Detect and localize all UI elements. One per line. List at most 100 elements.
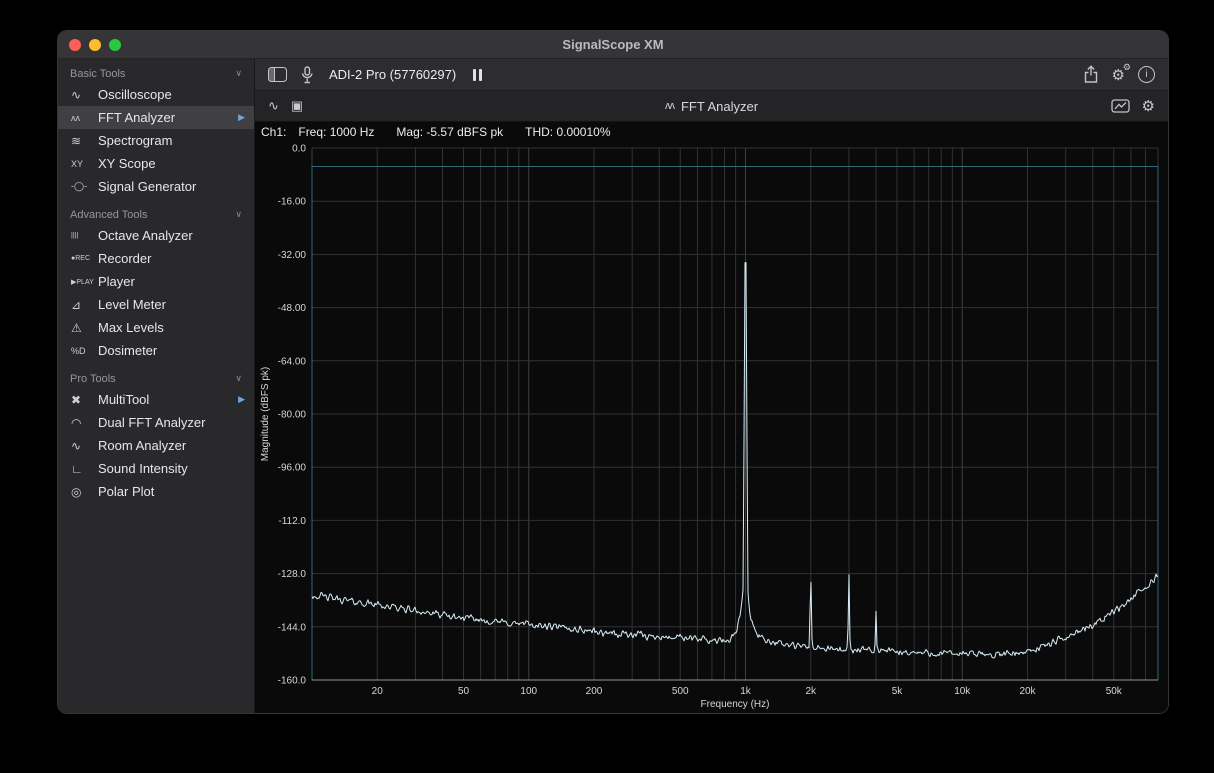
section-label: Advanced Tools	[70, 209, 147, 221]
sidebar-item-octave-analyzer[interactable]: ||||Octave Analyzer	[58, 224, 254, 247]
device-selector[interactable]: ADI-2 Pro (57760297)	[329, 67, 456, 82]
section-label: Pro Tools	[70, 373, 116, 385]
x-tick-label: 20	[372, 686, 384, 697]
waveform-icon[interactable]: ∿	[268, 98, 279, 114]
tool-toolbar: ∿ ▣ ʌʌ FFT Analyzer	[255, 91, 1168, 122]
y-tick-label: -96.00	[278, 463, 307, 474]
sidebar-section-basic-tools[interactable]: Basic Tools ∨	[58, 64, 254, 83]
chevron-down-icon: ∨	[235, 373, 242, 384]
sidebar-item-xy-scope[interactable]: XYXY Scope	[58, 152, 254, 175]
sidebar-item-spectrogram[interactable]: ≋Spectrogram	[58, 129, 254, 152]
fft-chart[interactable]: 0.0 -16.00 -32.00 -48.00 -64.00 -80.00 -96.00 -…	[255, 142, 1168, 713]
player-icon: ▶PLAY	[71, 278, 98, 286]
room-analyzer-icon: ∿	[71, 439, 98, 453]
status-reading: Mag: -5.57 dBFS pk	[396, 125, 503, 139]
y-tick-label: -144.0	[278, 622, 307, 633]
play-arrow-icon[interactable]: ▶	[238, 394, 245, 405]
y-tick-label: 0.0	[292, 144, 306, 155]
titlebar[interactable]: SignalScope XM	[58, 31, 1168, 59]
y-tick-label: -16.00	[278, 197, 307, 208]
display-settings-gear-icon[interactable]: ⚙	[1142, 97, 1155, 115]
dual-fft-analyzer-icon: ◠	[71, 416, 98, 430]
sidebar-item-player[interactable]: ▶PLAYPlayer	[58, 270, 254, 293]
sidebar-item-label: Spectrogram	[98, 133, 172, 148]
play-arrow-icon[interactable]: ▶	[238, 112, 245, 123]
x-tick-label: 2k	[805, 686, 817, 697]
octave-analyzer-icon: ||||	[71, 232, 98, 239]
sidebar-item-level-meter[interactable]: ⊿Level Meter	[58, 293, 254, 316]
oscilloscope-icon: ∿	[71, 88, 98, 102]
snapshot-icon[interactable]: ▣	[291, 98, 303, 114]
y-tick-label: -48.00	[278, 303, 307, 314]
readings: Freq: 1000 HzMag: -5.57 dBFS pkTHD: 0.00…	[298, 125, 632, 139]
settings-gears-icon[interactable]: ⚙⚙	[1112, 66, 1125, 84]
y-tick-label: -64.00	[278, 356, 307, 367]
sidebar-item-label: Polar Plot	[98, 484, 154, 499]
spectrogram-icon: ≋	[71, 134, 98, 148]
minimize-button[interactable]	[89, 39, 101, 51]
app-window: SignalScope XM Basic Tools∨∿Oscilloscope…	[57, 30, 1169, 714]
sidebar-item-oscilloscope[interactable]: ∿Oscilloscope	[58, 83, 254, 106]
sidebar-item-label: Room Analyzer	[98, 438, 186, 453]
main-toolbar: ADI-2 Pro (57760297) ⚙⚙ i	[255, 59, 1168, 91]
chart-style-icon[interactable]	[1111, 99, 1130, 113]
signal-generator-icon: -◯-	[71, 181, 98, 192]
sidebar-item-max-levels[interactable]: ⚠Max Levels	[58, 316, 254, 339]
info-icon[interactable]: i	[1138, 66, 1155, 83]
sidebar-item-dual-fft-analyzer[interactable]: ◠Dual FFT Analyzer	[58, 411, 254, 434]
y-axis-label: Magnitude (dBFS pk)	[260, 367, 271, 462]
sidebar-item-signal-generator[interactable]: -◯-Signal Generator	[58, 175, 254, 198]
window-title: SignalScope XM	[58, 31, 1168, 58]
x-axis-label: Frequency (Hz)	[701, 699, 770, 710]
x-tick-label: 20k	[1019, 686, 1036, 697]
sidebar-item-label: Max Levels	[98, 320, 164, 335]
y-tick-label: -32.00	[278, 250, 307, 261]
fft-analyzer-icon: ʌʌ	[71, 113, 98, 123]
sidebar-item-polar-plot[interactable]: ◎Polar Plot	[58, 480, 254, 503]
sidebar-toggle-icon[interactable]	[268, 67, 287, 82]
sidebar-item-label: Sound Intensity	[98, 461, 188, 476]
sidebar-item-label: XY Scope	[98, 156, 156, 171]
sound-intensity-icon: ∟	[71, 462, 98, 476]
x-tick-label: 50k	[1106, 686, 1123, 697]
sidebar-item-label: Player	[98, 274, 135, 289]
sidebar-item-label: Dual FFT Analyzer	[98, 415, 205, 430]
sidebar-item-label: Level Meter	[98, 297, 166, 312]
sidebar: Basic Tools∨∿OscilloscopeʌʌFFT Analyzer▶…	[58, 59, 255, 713]
sidebar-item-dosimeter[interactable]: %DDosimeter	[58, 339, 254, 362]
polar-plot-icon: ◎	[71, 485, 98, 499]
dosimeter-icon: %D	[71, 346, 98, 356]
share-icon[interactable]	[1083, 65, 1099, 84]
sidebar-item-room-analyzer[interactable]: ∿Room Analyzer	[58, 434, 254, 457]
sidebar-item-sound-intensity[interactable]: ∟Sound Intensity	[58, 457, 254, 480]
sidebar-item-label: FFT Analyzer	[98, 110, 175, 125]
x-tick-label: 10k	[954, 686, 971, 697]
tool-title: FFT Analyzer	[681, 99, 758, 114]
x-tick-label: 50	[458, 686, 470, 697]
xy-scope-icon: XY	[71, 159, 98, 169]
sidebar-item-fft-analyzer[interactable]: ʌʌFFT Analyzer ▶	[58, 106, 254, 129]
fft-waveform-icon: ʌʌ	[665, 100, 674, 112]
sidebar-item-label: Oscilloscope	[98, 87, 172, 102]
x-tick-label: 100	[520, 686, 537, 697]
sidebar-item-label: Octave Analyzer	[98, 228, 193, 243]
sidebar-item-multitool[interactable]: ✖MultiTool▶	[58, 388, 254, 411]
small-gear-icon: ⚙	[1123, 62, 1131, 73]
max-levels-icon: ⚠	[71, 321, 98, 335]
close-button[interactable]	[69, 39, 81, 51]
recorder-icon: ●REC	[71, 255, 98, 262]
y-tick-label: -80.00	[278, 410, 307, 421]
section-label: Basic Tools	[70, 68, 125, 80]
y-tick-label: -128.0	[278, 569, 307, 580]
sidebar-section-advanced-tools[interactable]: Advanced Tools∨	[58, 205, 254, 224]
sidebar-item-label: Recorder	[98, 251, 151, 266]
traffic-lights	[69, 39, 121, 51]
chevron-down-icon: ∨	[235, 68, 242, 79]
sidebar-section-pro-tools[interactable]: Pro Tools ∨	[58, 369, 254, 388]
input-device-icon[interactable]	[300, 66, 314, 84]
x-tick-label: 1k	[740, 686, 752, 697]
sidebar-item-recorder[interactable]: ●RECRecorder	[58, 247, 254, 270]
sidebar-item-label: MultiTool	[98, 392, 149, 407]
pause-button[interactable]	[473, 69, 482, 81]
zoom-button[interactable]	[109, 39, 121, 51]
